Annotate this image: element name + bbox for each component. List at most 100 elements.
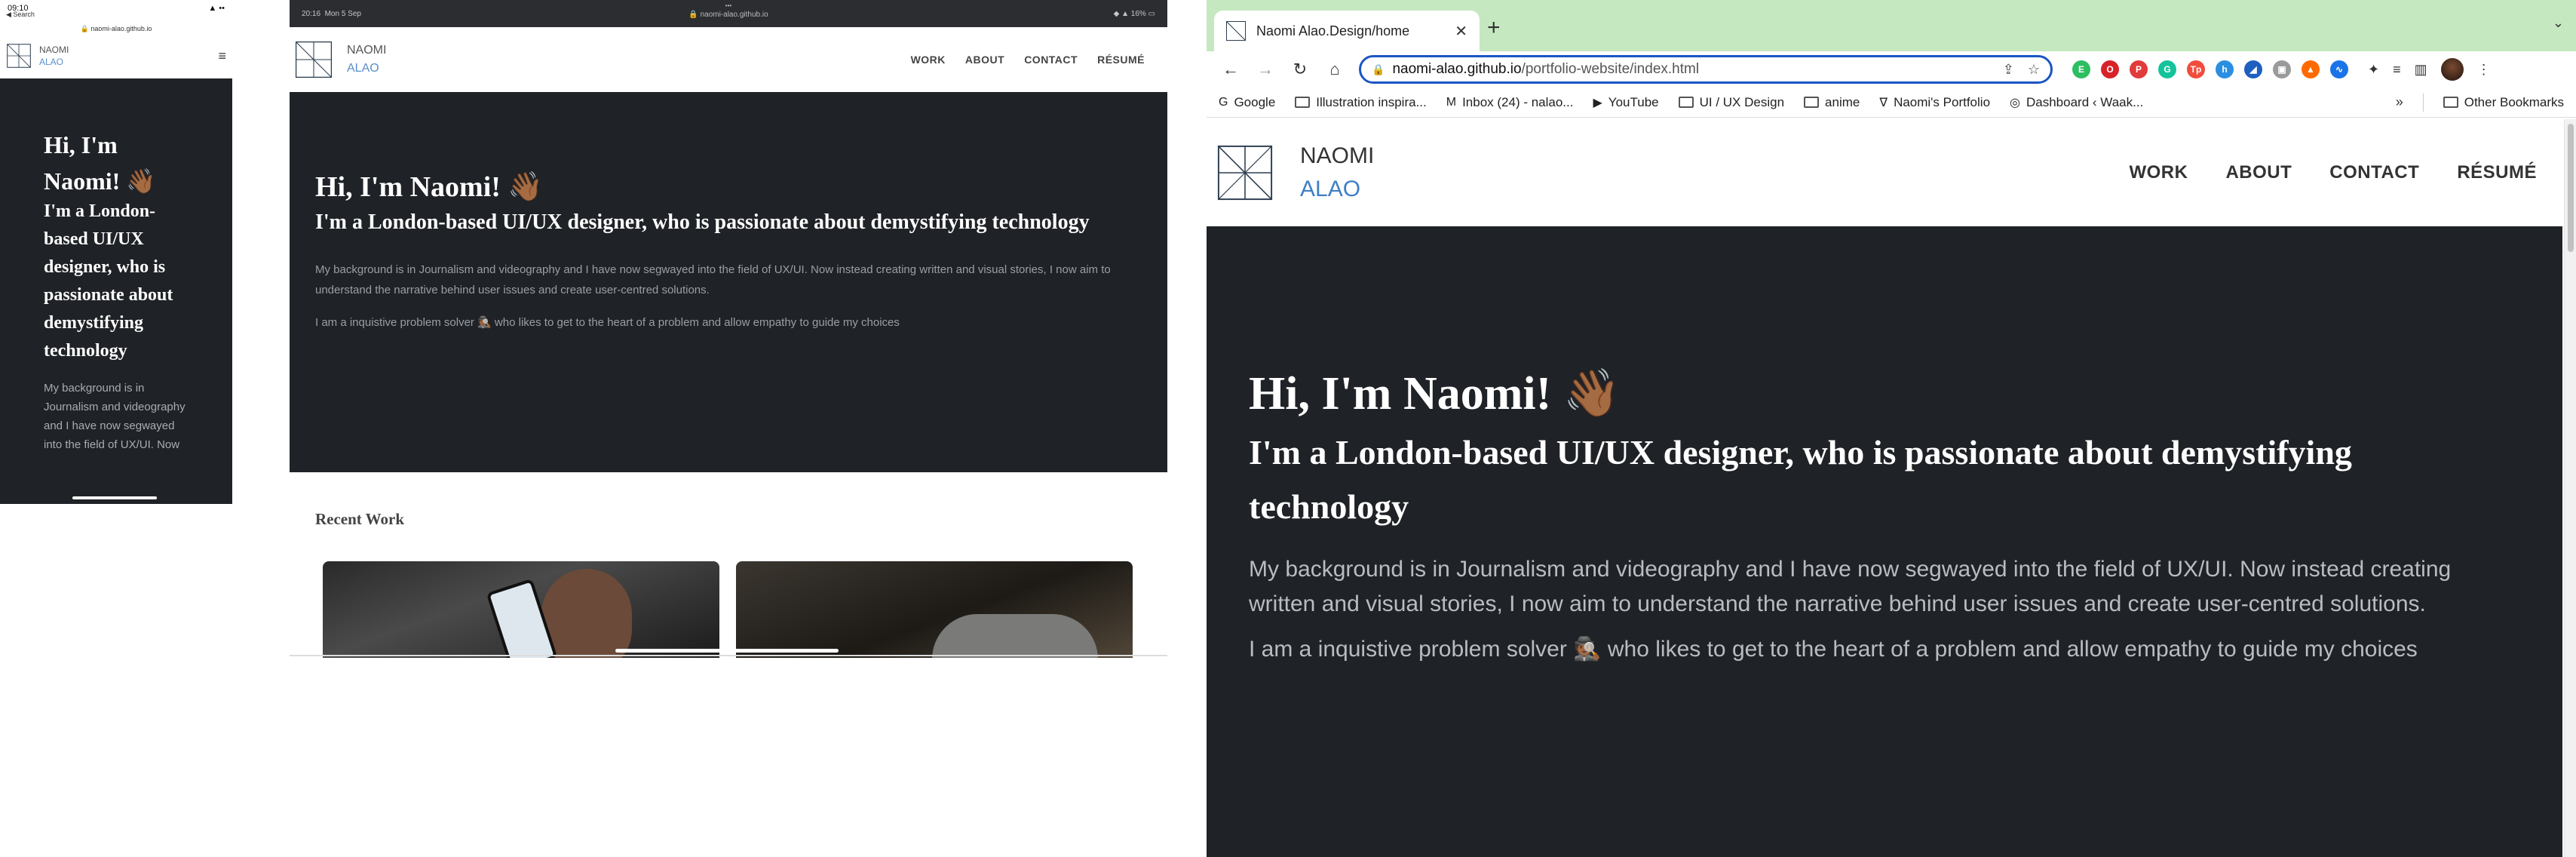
browser-menu-kebab-icon[interactable]: ⋮ <box>2477 62 2491 78</box>
bookmark-star-icon[interactable]: ☆ <box>2028 62 2040 78</box>
bookmark-item[interactable]: ◎ Dashboard ‹ Waak... <box>2010 95 2143 110</box>
desktop-browser: Naomi Alao.Design/home ✕ + ⌄ ← → ↻ ⌂ 🔒 n… <box>1207 0 2576 857</box>
tablet-nav-links: WORK ABOUT CONTACT RÉSUMÉ <box>911 54 1145 66</box>
extension-grammarly-icon[interactable]: G <box>2158 60 2176 78</box>
extension-gray-icon[interactable]: ▣ <box>2273 60 2291 78</box>
tablet-url-bar[interactable]: ••• 🔒 naomi-alao.github.io <box>290 2 1167 19</box>
screenshot-stage: 09:10 ▲ •• ◀ Search 🔒 naomi-alao.github.… <box>0 0 2576 857</box>
address-bar[interactable]: 🔒 naomi-alao.github.io /portfolio-websit… <box>1359 55 2053 84</box>
portfolio-site: NAOMI ALAO WORK ABOUT CONTACT RÉSUMÉ Hi,… <box>1207 119 2564 857</box>
new-tab-button[interactable]: + <box>1487 15 1501 41</box>
bookmark-favicon-icon: G <box>1219 95 1228 109</box>
forward-button[interactable]: → <box>1250 60 1280 79</box>
home-button[interactable]: ⌂ <box>1320 60 1350 79</box>
phone-back-link[interactable]: ◀ Search <box>0 11 232 19</box>
phone-site-nav: NAOMI ALAO ≡ <box>0 38 232 74</box>
phone-brand[interactable]: NAOMI ALAO <box>39 44 69 68</box>
phone-status-icons: ▲ •• <box>208 4 225 13</box>
share-icon[interactable]: ⇪ <box>2003 62 2014 78</box>
back-button[interactable]: ← <box>1216 60 1246 79</box>
hero-background-text: My background is in Journalism and video… <box>1249 557 2452 616</box>
bookmark-item[interactable]: M Inbox (24) - nalao... <box>1446 95 1574 110</box>
tab-strip: Naomi Alao.Design/home ✕ + ⌄ <box>1207 0 2576 51</box>
hamburger-menu-icon[interactable]: ≡ <box>218 48 226 64</box>
brand-first-name: NAOMI <box>39 45 69 55</box>
bookmark-label: Google <box>1234 94 1276 109</box>
browser-toolbar: ← → ↻ ⌂ 🔒 naomi-alao.github.io /portfoli… <box>1207 51 2576 88</box>
other-bookmarks-folder[interactable]: Other Bookmarks <box>2443 95 2564 110</box>
nav-resume[interactable]: RÉSUMÉ <box>1097 54 1145 66</box>
bookmark-label: Illustration inspira... <box>1316 94 1427 109</box>
toolbar-right-icons: ✦ ≡ ▥ ⋮ <box>2368 58 2491 81</box>
reading-list-icon[interactable]: ≡ <box>2393 62 2401 78</box>
extension-evernote-icon[interactable]: E <box>2072 60 2090 78</box>
site-brand[interactable]: NAOMI ALAO <box>1300 140 1374 206</box>
project-card-1[interactable] <box>323 561 719 658</box>
hero-tagline: I'm a London-based UI/UX designer, who i… <box>315 210 1090 234</box>
site-favicon-icon <box>1226 21 1246 41</box>
profile-avatar[interactable] <box>2440 58 2464 81</box>
scrollbar-thumb[interactable] <box>2568 124 2574 252</box>
url-host: naomi-alao.github.io <box>1392 61 1522 77</box>
page-scrollbar[interactable] <box>2564 119 2576 857</box>
project-image-person <box>932 614 1098 658</box>
bookmark-item[interactable]: UI / UX Design <box>1678 95 1784 110</box>
extension-opera-icon[interactable]: O <box>2101 60 2119 78</box>
hero-problem-solver-text: I am a inquistive problem solver 🕵🏾 who … <box>1249 637 2418 662</box>
phone-home-indicator <box>72 496 157 499</box>
tab-search-chevron-icon[interactable]: ⌄ <box>2553 15 2564 31</box>
lock-icon[interactable]: 🔒 <box>1372 63 1385 76</box>
phone-url-bar[interactable]: 🔒 naomi-alao.github.io <box>0 25 232 33</box>
extension-wave-icon[interactable]: ∿ <box>2330 60 2348 78</box>
tablet-dots: ••• <box>725 2 732 9</box>
project-image-hand <box>541 569 632 658</box>
folder-icon <box>1678 97 1694 108</box>
extension-megaphone-icon[interactable]: ◢ <box>2244 60 2262 78</box>
reload-button[interactable]: ↻ <box>1285 60 1315 79</box>
site-nav-links: WORK ABOUT CONTACT RÉSUMÉ <box>2129 162 2537 183</box>
bookmarks-bar: G Google Illustration inspira... M Inbox (24… <box>1207 88 2576 118</box>
extension-h-icon[interactable]: h <box>2216 60 2234 78</box>
bookmark-label: Dashboard ‹ Waak... <box>2026 94 2144 109</box>
nav-work[interactable]: WORK <box>2129 162 2188 183</box>
side-panel-icon[interactable]: ▥ <box>2415 62 2427 78</box>
brand-last-name: ALAO <box>347 62 379 75</box>
site-hero: Hi, I'm Naomi! 👋🏾 I'm a London-based UI/… <box>1207 226 2562 857</box>
brand-first-name: NAOMI <box>347 44 387 57</box>
other-bookmarks-label: Other Bookmarks <box>2464 94 2564 109</box>
url-path: /portfolio-website/index.html <box>1521 61 1700 77</box>
bookmark-item[interactable]: ∇ Naomi's Portfolio <box>1879 95 1990 110</box>
logo-icon[interactable] <box>1216 143 1274 202</box>
nav-about[interactable]: ABOUT <box>965 54 1004 66</box>
brand-first-name: NAOMI <box>1300 143 1375 168</box>
tab-close-icon[interactable]: ✕ <box>1455 22 1467 41</box>
bookmark-label: YouTube <box>1608 94 1659 109</box>
nav-contact[interactable]: CONTACT <box>2329 162 2419 183</box>
hero-background-text: My background is in Journalism and video… <box>44 382 186 451</box>
nav-work[interactable]: WORK <box>911 54 946 66</box>
extension-tp-icon[interactable]: Tp <box>2187 60 2205 78</box>
brand-last-name: ALAO <box>1300 177 1361 201</box>
bookmarks-overflow-chevron-icon[interactable]: » <box>2396 94 2403 110</box>
project-card-2[interactable] <box>736 561 1133 658</box>
logo-icon[interactable] <box>6 43 32 69</box>
tablet-brand[interactable]: NAOMI ALAO <box>347 41 386 78</box>
logo-icon[interactable] <box>294 40 333 79</box>
bookmark-item[interactable]: anime <box>1804 95 1860 110</box>
bookmark-item[interactable]: Illustration inspira... <box>1295 94 1427 110</box>
extension-pdf-icon[interactable]: P <box>2130 60 2148 78</box>
bookmark-label: Inbox (24) - nalao... <box>1462 94 1574 109</box>
brand-last-name: ALAO <box>39 57 64 67</box>
hero-greeting: Hi, I'm Naomi! 👋🏾 <box>44 131 157 195</box>
hero-greeting: Hi, I'm Naomi! 👋🏾 <box>315 171 544 203</box>
bookmarks-separator <box>2422 93 2424 112</box>
nav-resume[interactable]: RÉSUMÉ <box>2457 162 2537 183</box>
nav-about[interactable]: ABOUT <box>2225 162 2292 183</box>
extension-fire-icon[interactable]: ▲ <box>2302 60 2320 78</box>
bookmark-item[interactable]: G Google <box>1219 95 1275 110</box>
bookmark-item[interactable]: ▶ YouTube <box>1593 95 1658 110</box>
phone-view: 09:10 ▲ •• ◀ Search 🔒 naomi-alao.github.… <box>0 0 232 504</box>
browser-tab-active[interactable]: Naomi Alao.Design/home ✕ <box>1214 11 1480 51</box>
extensions-puzzle-icon[interactable]: ✦ <box>2368 62 2379 78</box>
nav-contact[interactable]: CONTACT <box>1024 54 1078 66</box>
